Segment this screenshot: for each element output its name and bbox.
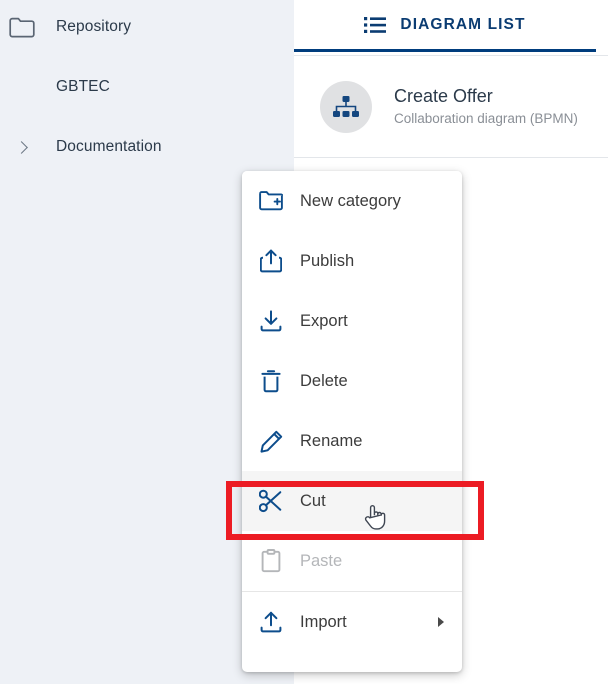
menu-item-label: Import xyxy=(300,612,347,631)
scissors-icon xyxy=(242,489,300,513)
menu-item-import[interactable]: Import xyxy=(242,592,462,652)
export-download-icon xyxy=(242,310,300,332)
tree-item-label: Repository xyxy=(56,18,132,35)
chevron-right-icon[interactable] xyxy=(0,140,44,154)
menu-item-label: Delete xyxy=(300,371,348,390)
diagram-subtitle: Collaboration diagram (BPMN) xyxy=(394,111,578,127)
tree-item-label: Documentation xyxy=(56,138,162,155)
tree-item-documentation[interactable]: Documentation xyxy=(0,133,294,161)
tab-label: DIAGRAM LIST xyxy=(400,15,526,33)
menu-item-label: Publish xyxy=(300,251,355,270)
menu-item-new-category[interactable]: New category xyxy=(242,171,462,231)
menu-item-export[interactable]: Export xyxy=(242,291,462,351)
tab-bar: DIAGRAM LIST xyxy=(294,0,608,56)
diagram-item-text: Create Offer Collaboration diagram (BPMN… xyxy=(394,84,578,129)
menu-item-paste: Paste xyxy=(242,531,462,591)
diagram-title: Create Offer xyxy=(394,85,493,106)
import-upload-icon xyxy=(242,611,300,633)
menu-item-label: New category xyxy=(300,191,401,210)
submenu-arrow-icon xyxy=(438,617,444,627)
menu-item-publish[interactable]: Publish xyxy=(242,231,462,291)
clipboard-icon xyxy=(242,549,300,573)
pencil-icon xyxy=(242,430,300,453)
publish-upload-icon xyxy=(242,249,300,273)
menu-item-label: Rename xyxy=(300,431,363,450)
menu-item-delete[interactable]: Delete xyxy=(242,351,462,411)
menu-item-rename[interactable]: Rename xyxy=(242,411,462,471)
tab-diagram-list[interactable]: DIAGRAM LIST xyxy=(294,0,596,52)
menu-item-label: Paste xyxy=(300,551,343,570)
hierarchy-diagram-icon xyxy=(320,80,372,133)
menu-item-label: Export xyxy=(300,311,348,330)
context-menu: New category Publish Export Delete Renam… xyxy=(242,171,462,672)
folder-icon xyxy=(0,17,44,38)
tree-item-label: GBTEC xyxy=(56,78,110,95)
menu-item-cut[interactable]: Cut xyxy=(242,471,462,531)
tree-item-gbtec[interactable]: GBTEC xyxy=(0,73,294,101)
tree-item-repository[interactable]: Repository xyxy=(0,13,294,41)
new-folder-icon xyxy=(242,191,300,211)
diagram-list-item[interactable]: Create Offer Collaboration diagram (BPMN… xyxy=(294,56,608,158)
list-icon xyxy=(364,16,387,34)
trash-icon xyxy=(242,369,300,393)
menu-item-label: Cut xyxy=(300,491,326,510)
